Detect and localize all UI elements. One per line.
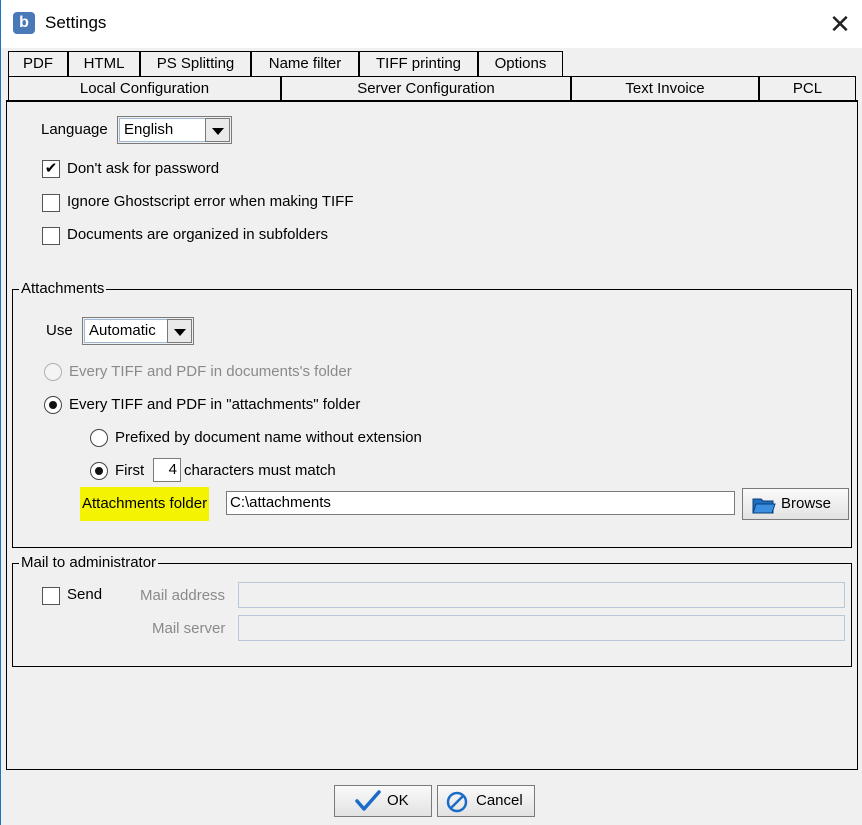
- use-label: Use: [46, 322, 73, 339]
- chars-match-label: characters must match: [184, 462, 336, 479]
- app-icon: b: [13, 12, 35, 34]
- language-select[interactable]: English: [117, 116, 232, 144]
- attachments-folder-radio[interactable]: [44, 396, 62, 414]
- first-label: First: [115, 462, 145, 479]
- tab-tiff-printing[interactable]: TIFF printing: [359, 51, 478, 76]
- tab-text-invoice[interactable]: Text Invoice: [571, 76, 759, 101]
- prefixed-label: Prefixed by document name without extens…: [115, 429, 422, 446]
- send-label: Send: [67, 586, 103, 603]
- settings-window: b Settings ✕ PDF HTML PS Splitting Name …: [0, 0, 862, 825]
- dont-ask-password-label: Don't ask for password: [67, 160, 220, 177]
- send-checkbox[interactable]: [42, 587, 60, 605]
- cancel-button[interactable]: Cancel: [437, 785, 535, 817]
- folder-icon: [752, 495, 776, 519]
- tab-html[interactable]: HTML: [68, 51, 140, 76]
- chevron-down-icon[interactable]: [167, 319, 192, 343]
- browse-button[interactable]: Browse: [742, 488, 849, 520]
- checkmark-icon: [355, 790, 381, 816]
- prefixed-radio[interactable]: [90, 429, 108, 447]
- cancel-icon: [446, 791, 468, 817]
- use-value: Automatic: [84, 319, 172, 343]
- tab-options[interactable]: Options: [478, 51, 563, 76]
- organized-subfolders-label: Documents are organized in subfolders: [67, 226, 328, 243]
- tab-local-configuration[interactable]: Local Configuration: [8, 76, 281, 101]
- dont-ask-password-checkbox[interactable]: ✔: [42, 160, 60, 178]
- language-value: English: [119, 118, 211, 142]
- mail-server-input[interactable]: [238, 615, 845, 641]
- language-label: Language: [41, 121, 108, 138]
- documents-folder-radio[interactable]: [44, 363, 62, 381]
- browse-label: Browse: [781, 495, 832, 512]
- tab-ps-splitting[interactable]: PS Splitting: [140, 51, 251, 76]
- attachments-legend: Attachments: [19, 280, 107, 297]
- ok-button[interactable]: OK: [334, 785, 432, 817]
- mail-address-input[interactable]: [238, 582, 845, 608]
- window-title: Settings: [45, 13, 107, 32]
- ok-label: OK: [387, 792, 409, 809]
- attachments-folder-input[interactable]: C:\attachments: [226, 491, 735, 515]
- close-icon[interactable]: ✕: [823, 8, 857, 40]
- tab-pdf[interactable]: PDF: [8, 51, 68, 76]
- title-bar: b Settings ✕: [1, 0, 862, 48]
- first-count-input[interactable]: 4: [153, 458, 181, 482]
- attachments-folder-option-label: Every TIFF and PDF in "attachments" fold…: [69, 396, 361, 413]
- first-chars-radio[interactable]: [90, 462, 108, 480]
- use-select[interactable]: Automatic: [82, 317, 194, 345]
- mail-address-label: Mail address: [140, 587, 226, 604]
- mail-legend: Mail to administrator: [19, 554, 159, 571]
- mail-server-label: Mail server: [152, 620, 226, 637]
- organized-subfolders-checkbox[interactable]: [42, 227, 60, 245]
- cancel-label: Cancel: [476, 792, 523, 809]
- ignore-ghostscript-label: Ignore Ghostscript error when making TIF…: [67, 193, 354, 210]
- tab-server-configuration[interactable]: Server Configuration: [281, 76, 571, 101]
- ignore-ghostscript-checkbox[interactable]: [42, 194, 60, 212]
- documents-folder-label: Every TIFF and PDF in documents's folder: [69, 363, 352, 380]
- tab-name-filter[interactable]: Name filter: [251, 51, 359, 76]
- chevron-down-icon[interactable]: [205, 118, 230, 142]
- tab-pcl[interactable]: PCL: [759, 76, 856, 101]
- attachments-folder-label: Attachments folder: [80, 487, 210, 521]
